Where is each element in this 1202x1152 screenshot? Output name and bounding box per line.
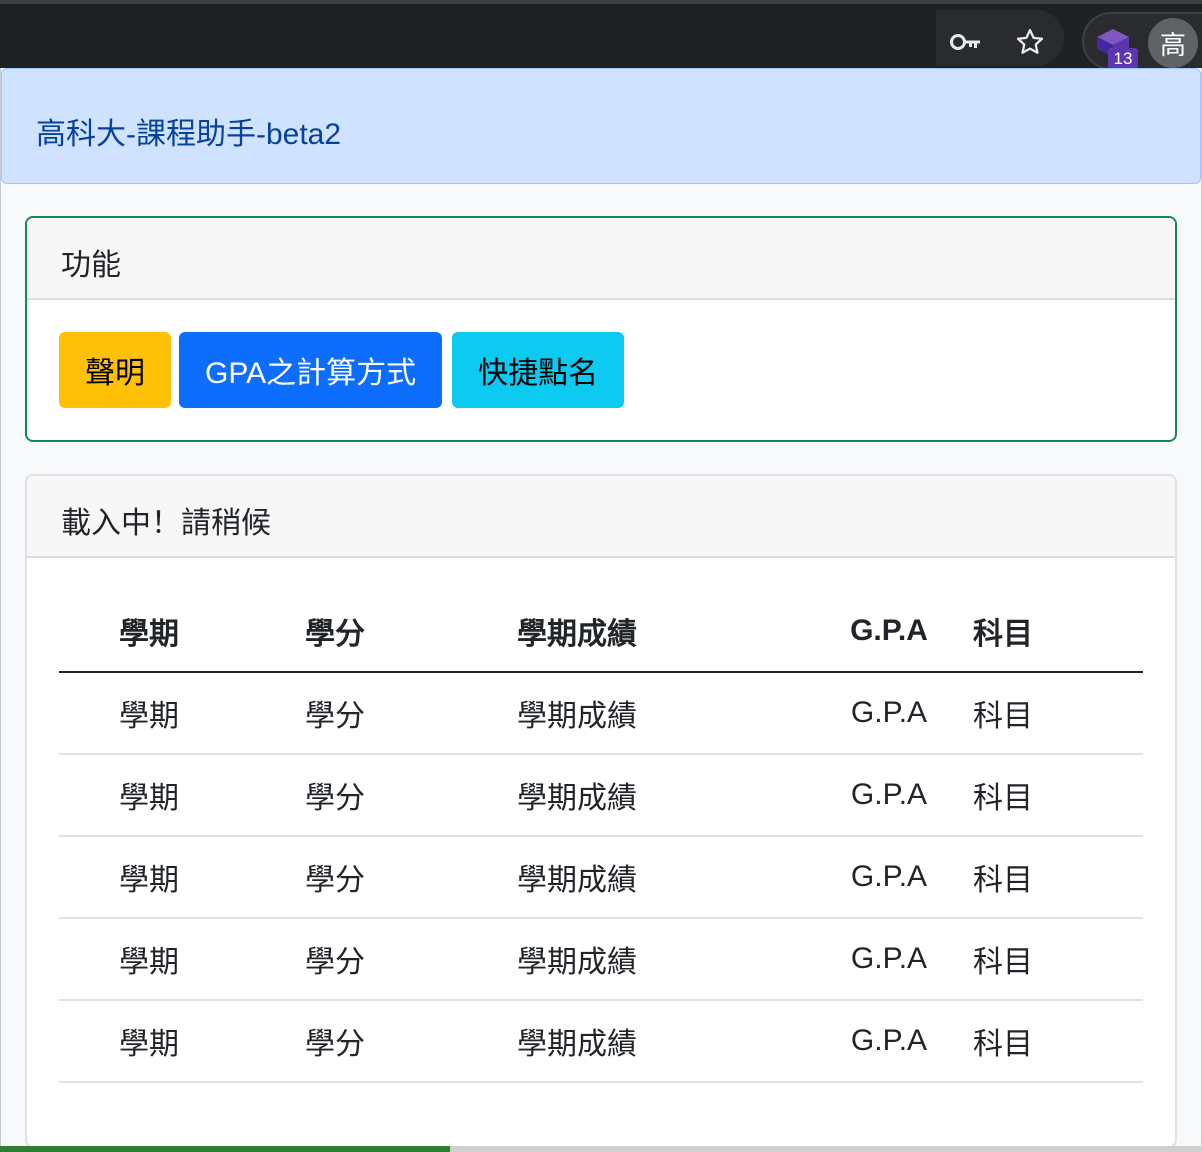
table-row: 學期 學分 學期成績 G.P.A 科目 xyxy=(59,1000,1143,1083)
cell-semester-grade: 學期成績 xyxy=(517,1000,805,1083)
column-header-credits: 學分 xyxy=(305,590,517,673)
cell-subject: 科目 xyxy=(973,672,1143,755)
column-header-semester-grade: 學期成績 xyxy=(517,590,805,673)
key-icon[interactable] xyxy=(946,24,986,60)
table-row: 學期 學分 學期成績 G.P.A 科目 xyxy=(59,836,1143,919)
loading-progress-track xyxy=(450,1146,1202,1152)
functions-button-group: 聲明 GPA之計算方式 快捷點名 xyxy=(27,300,1175,408)
column-header-semester: 學期 xyxy=(59,590,305,673)
quick-rollcall-button[interactable]: 快捷點名 xyxy=(452,332,625,408)
column-header-subject: 科目 xyxy=(973,590,1143,673)
cell-semester: 學期 xyxy=(59,918,305,1001)
cell-semester: 學期 xyxy=(59,754,305,837)
cell-semester-grade: 學期成績 xyxy=(517,836,805,919)
cell-subject: 科目 xyxy=(973,1000,1143,1083)
table-header-row: 學期 學分 學期成績 G.P.A 科目 xyxy=(59,590,1143,673)
gpa-method-button[interactable]: GPA之計算方式 xyxy=(179,332,443,408)
cell-credits: 學分 xyxy=(305,836,517,919)
cell-semester: 學期 xyxy=(59,1000,305,1083)
cell-credits: 學分 xyxy=(305,1000,517,1083)
table-row: 學期 學分 學期成績 G.P.A 科目 xyxy=(59,672,1143,755)
cell-credits: 學分 xyxy=(305,672,517,755)
cell-semester: 學期 xyxy=(59,672,305,755)
grades-card: 載入中！請稍候 學期 學分 學期成績 G.P.A 科目 學期 學分 學期成績 G… xyxy=(25,474,1177,1148)
grades-table: 學期 學分 學期成績 G.P.A 科目 學期 學分 學期成績 G.P.A 科目 xyxy=(59,590,1143,1083)
cell-semester: 學期 xyxy=(59,836,305,919)
table-row: 學期 學分 學期成績 G.P.A 科目 xyxy=(59,754,1143,837)
star-icon[interactable] xyxy=(1010,22,1050,62)
cell-gpa: G.P.A xyxy=(805,754,973,837)
cell-credits: 學分 xyxy=(305,918,517,1001)
cell-subject: 科目 xyxy=(973,754,1143,837)
cell-gpa: G.P.A xyxy=(805,672,973,755)
extension-badge: 13 xyxy=(1108,48,1138,70)
cell-subject: 科目 xyxy=(973,836,1143,919)
cell-semester-grade: 學期成績 xyxy=(517,754,805,837)
table-row: 學期 學分 學期成績 G.P.A 科目 xyxy=(59,918,1143,1001)
column-header-gpa: G.P.A xyxy=(805,590,973,673)
functions-card: 功能 聲明 GPA之計算方式 快捷點名 xyxy=(25,216,1177,442)
functions-card-title: 功能 xyxy=(27,218,1175,300)
loading-progress-bar xyxy=(0,1146,450,1152)
grades-card-title: 載入中！請稍候 xyxy=(27,476,1175,558)
cell-semester-grade: 學期成績 xyxy=(517,672,805,755)
extension-popup: 高科大-課程助手-beta2 功能 聲明 GPA之計算方式 快捷點名 載入中！請… xyxy=(0,68,1202,1152)
statement-button[interactable]: 聲明 xyxy=(59,332,171,408)
cell-credits: 學分 xyxy=(305,754,517,837)
browser-toolbar: 13 高 xyxy=(0,0,1202,70)
cell-subject: 科目 xyxy=(973,918,1143,1001)
app-title-banner: 高科大-課程助手-beta2 xyxy=(1,68,1201,184)
cell-gpa: G.P.A xyxy=(805,1000,973,1083)
cell-semester-grade: 學期成績 xyxy=(517,918,805,1001)
cell-gpa: G.P.A xyxy=(805,836,973,919)
cell-gpa: G.P.A xyxy=(805,918,973,1001)
profile-avatar[interactable]: 高 xyxy=(1148,18,1198,68)
